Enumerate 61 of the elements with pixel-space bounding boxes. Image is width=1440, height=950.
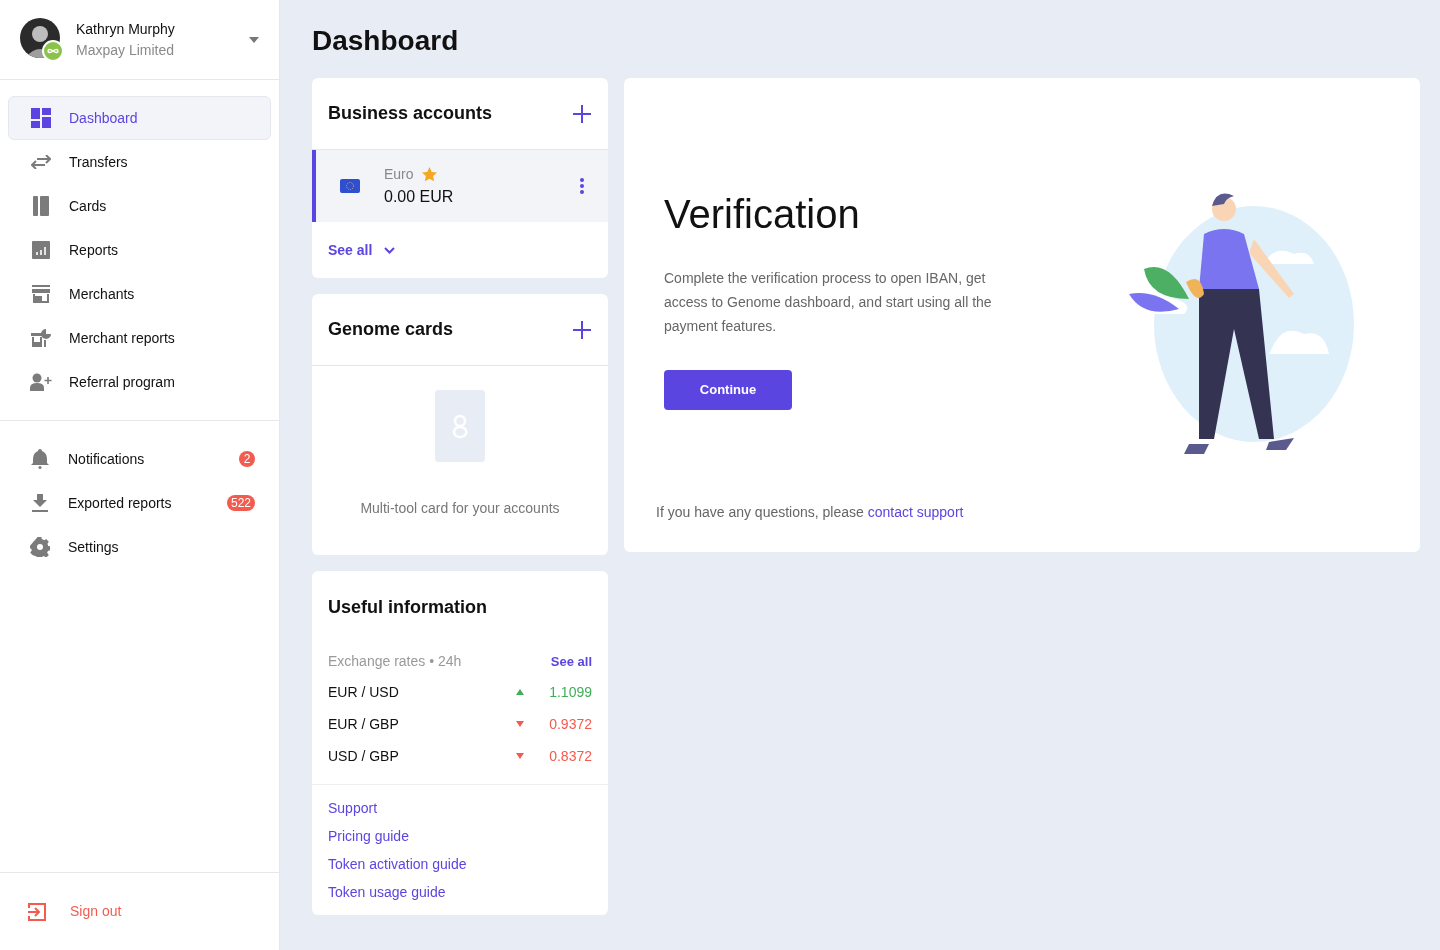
nav-item[interactable]: Merchant reports (8, 316, 271, 360)
nav-item[interactable]: Reports (8, 228, 271, 272)
user-name: Kathryn Murphy (76, 19, 176, 39)
page-title: Dashboard (312, 24, 460, 58)
plus-icon (573, 320, 591, 339)
transfer-arrows-icon (31, 155, 51, 169)
nav-item[interactable]: Cards (8, 184, 271, 228)
card-title: Business accounts (328, 102, 493, 125)
verification-title: Verification (664, 191, 861, 238)
account-name: Euro (384, 164, 414, 184)
nav-item[interactable]: Exported reports 522 (8, 481, 271, 525)
count-badge: 2 (239, 451, 255, 467)
card-title: Useful information (328, 595, 487, 619)
plus-icon (573, 104, 591, 123)
verification-description: Complete the verification process to open IBAN, get access to Genome dashboard, and start using all the payment features. (664, 269, 993, 336)
account-row[interactable]: Euro 0.00 EUR (312, 150, 608, 222)
info-link[interactable]: Token usage guide (328, 881, 446, 903)
card-icon (33, 196, 49, 216)
eu-flag-icon (340, 179, 360, 193)
nav-item[interactable]: Settings (8, 525, 271, 569)
continue-button[interactable]: Continue (664, 370, 792, 410)
see-all-link[interactable]: See all (550, 651, 592, 672)
currency-pair: EUR / USD (328, 682, 400, 702)
rate-value: 0.8372 (548, 746, 592, 766)
chevron-down-icon (384, 246, 396, 254)
add-user-icon (30, 373, 52, 391)
avatar (20, 17, 64, 62)
support-note: If you have any questions, please contact support (656, 503, 965, 522)
info-link[interactable]: Pricing guide (328, 825, 409, 847)
nav-item[interactable]: Transfers (8, 140, 271, 184)
more-icon[interactable] (580, 178, 584, 194)
settings-icon (30, 537, 50, 557)
store-icon (32, 285, 50, 303)
caret-icon (249, 36, 259, 43)
rate-value: 1.1099 (548, 682, 592, 702)
bar-chart-icon (32, 241, 50, 259)
dashboard-icon (31, 108, 51, 128)
account-switcher[interactable]: Kathryn Murphy Maxpay Limited (0, 0, 279, 80)
sign-out-icon (28, 902, 46, 921)
see-all-link[interactable]: See all (312, 222, 412, 278)
store-chart-icon (31, 329, 51, 347)
empty-state-text: Multi-tool card for your accounts (360, 499, 560, 518)
nav-item[interactable]: Merchants (8, 272, 271, 316)
info-link[interactable]: Token activation guide (328, 853, 467, 875)
add-button[interactable] (572, 103, 592, 124)
contact-support-link[interactable]: contact support (867, 504, 964, 520)
bell-icon (31, 449, 49, 469)
rate-value: 0.9372 (548, 714, 592, 734)
nav-item[interactable]: Dashboard (8, 96, 271, 140)
nav-item[interactable]: Notifications 2 (8, 437, 271, 481)
info-link[interactable]: Support (328, 797, 378, 819)
company-name: Maxpay Limited (76, 40, 176, 60)
exchange-rates-label: Exchange rates • 24h (328, 652, 462, 671)
download-icon (32, 494, 48, 512)
nav-item[interactable]: Referral program (8, 360, 271, 404)
account-balance: 0.00 EUR (384, 186, 455, 207)
card-title: Genome cards (328, 318, 454, 341)
currency-pair: USD / GBP (328, 746, 400, 766)
count-badge: 522 (226, 495, 255, 511)
add-button[interactable] (572, 319, 592, 340)
currency-pair: EUR / GBP (328, 714, 400, 734)
